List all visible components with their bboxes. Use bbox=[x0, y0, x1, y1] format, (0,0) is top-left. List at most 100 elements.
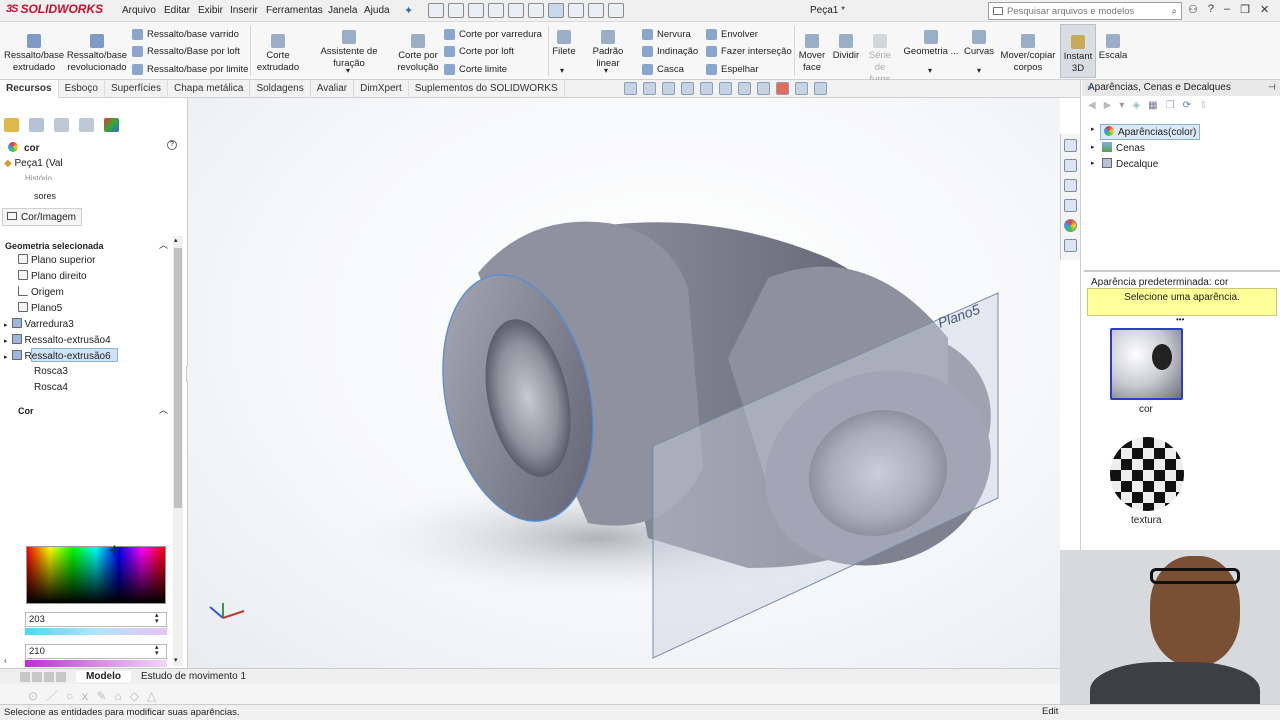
linear-pattern-button[interactable]: Padrão linear bbox=[580, 30, 636, 70]
tab-chapa-metalica[interactable]: Chapa metálica bbox=[168, 79, 251, 98]
back-icon[interactable]: ◀ bbox=[1088, 100, 1096, 112]
menu-ferramentas[interactable]: Ferramentas bbox=[266, 5, 323, 16]
horizontal-scroll-left-icon[interactable]: ‹ bbox=[4, 656, 7, 665]
sketch-tools-icon[interactable]: ⊙／○ⅹ✎⌂◇△ bbox=[28, 687, 164, 704]
resources-home-icon[interactable] bbox=[1064, 139, 1077, 152]
previous-view-icon[interactable] bbox=[662, 82, 675, 95]
tab-motion-study[interactable]: Estudo de movimento 1 bbox=[131, 671, 256, 682]
spinner-icon[interactable]: ▴ ▾ bbox=[155, 644, 159, 657]
collapse-arrow-icon[interactable]: ︿ bbox=[159, 403, 168, 416]
sweep-boss-button[interactable]: Ressalto/base varrido bbox=[132, 29, 239, 40]
color-appearance-swatch[interactable] bbox=[1110, 328, 1183, 400]
rib-button[interactable]: Nervura bbox=[642, 29, 691, 40]
pin-icon[interactable]: ✦ bbox=[404, 4, 413, 17]
geometry-dropdown-icon[interactable]: ▾ bbox=[928, 66, 932, 75]
revolve-boss-button[interactable]: Ressalto/base revolucionado bbox=[66, 34, 128, 74]
color-value-input-1[interactable]: 203 bbox=[25, 612, 167, 627]
tree-item[interactable]: Plano superior bbox=[18, 254, 95, 266]
tree-item[interactable]: Rosca3 bbox=[34, 366, 68, 377]
new-file-icon[interactable] bbox=[448, 3, 464, 18]
help-icon[interactable]: ? bbox=[1208, 3, 1214, 16]
zoom-area-icon[interactable] bbox=[643, 82, 656, 95]
prev-tab-icon[interactable] bbox=[32, 671, 42, 682]
view-palette-icon[interactable] bbox=[1064, 199, 1077, 212]
close-icon[interactable]: ✕ bbox=[1260, 3, 1269, 16]
last-tab-icon[interactable] bbox=[56, 671, 66, 682]
extrude-cut-button[interactable]: Corte extrudado bbox=[254, 34, 302, 74]
minimize-icon[interactable]: – bbox=[1224, 3, 1230, 16]
loft-cut-button[interactable]: Corte por loft bbox=[444, 46, 514, 57]
color-picker[interactable] bbox=[26, 546, 166, 604]
tab-superficies[interactable]: Superfícies bbox=[105, 79, 168, 98]
tab-modelo[interactable]: Modelo bbox=[76, 671, 131, 682]
move-face-button[interactable]: Mover face bbox=[796, 34, 828, 74]
color-image-subtab[interactable]: Cor/Imagem bbox=[2, 208, 82, 226]
tab-dimxpert[interactable]: DimXpert bbox=[354, 79, 409, 98]
scroll-up-icon[interactable]: ▴ bbox=[174, 236, 178, 244]
tree-item[interactable]: Plano direito bbox=[18, 270, 87, 282]
scale-button[interactable]: Escala bbox=[1098, 34, 1128, 62]
scrollbar-thumb[interactable] bbox=[174, 248, 182, 508]
texture-appearance-swatch[interactable] bbox=[1110, 437, 1184, 511]
solidworks-logo[interactable]: 3S SOLIDWORKS bbox=[6, 2, 103, 16]
first-tab-icon[interactable] bbox=[20, 671, 30, 682]
revolve-cut-button[interactable]: Corte por revolução bbox=[396, 34, 440, 74]
next-tab-icon[interactable] bbox=[44, 671, 54, 682]
print-icon[interactable] bbox=[508, 3, 524, 18]
add-folder-icon[interactable]: ▾ bbox=[1119, 100, 1124, 112]
menu-inserir[interactable]: Inserir bbox=[230, 5, 258, 16]
expand-pane-icon[interactable]: » bbox=[1087, 82, 1092, 92]
tab-soldagens[interactable]: Soldagens bbox=[250, 79, 311, 98]
property-manager-icon[interactable] bbox=[29, 118, 44, 132]
split-button[interactable]: Dividir bbox=[830, 34, 862, 62]
user-icon[interactable]: ⚇ bbox=[1188, 3, 1198, 16]
loft-boss-button[interactable]: Ressalto/Base por loft bbox=[132, 46, 240, 57]
tree-item[interactable]: ▸ Ressalto-extrusão6 bbox=[4, 350, 111, 362]
expand-arrow-icon[interactable]: ▸ bbox=[1091, 125, 1095, 133]
tab-avaliar[interactable]: Avaliar bbox=[311, 79, 355, 98]
view-orientation-icon[interactable] bbox=[719, 82, 732, 95]
search-icon[interactable]: ⌕ bbox=[1172, 6, 1177, 17]
extrude-boss-button[interactable]: Ressalto/base extrudado bbox=[4, 34, 64, 74]
fillet-button[interactable]: Filete bbox=[550, 30, 578, 58]
appearances-tab-icon[interactable] bbox=[1064, 219, 1077, 232]
options-gear-icon[interactable] bbox=[608, 3, 624, 18]
wrap-button[interactable]: Envolver bbox=[706, 29, 758, 40]
open-file-icon[interactable] bbox=[468, 3, 484, 18]
reference-geometry-button[interactable]: Geometria ... bbox=[902, 30, 960, 58]
curves-button[interactable]: Curvas bbox=[962, 30, 996, 58]
boundary-cut-button[interactable]: Corte limite bbox=[444, 64, 507, 75]
spinner-icon[interactable]: ▴ ▾ bbox=[155, 612, 159, 625]
tree-item[interactable]: ▸ Varredura3 bbox=[4, 318, 74, 330]
display-manager-icon[interactable] bbox=[104, 118, 119, 132]
intersect-button[interactable]: Fazer interseção bbox=[706, 46, 792, 57]
dimxpert-manager-icon[interactable] bbox=[79, 118, 94, 132]
folder-icon[interactable]: ▦ bbox=[1148, 100, 1157, 112]
pin-pane-icon[interactable]: ⊣ bbox=[1268, 82, 1276, 93]
view-settings-icon[interactable] bbox=[814, 82, 827, 95]
scroll-down-icon[interactable]: ▾ bbox=[174, 656, 178, 664]
forward-icon[interactable]: ▶ bbox=[1104, 100, 1112, 112]
display-style-icon[interactable] bbox=[738, 82, 751, 95]
file-explorer-icon[interactable] bbox=[1064, 179, 1077, 192]
restore-icon[interactable]: ❐ bbox=[1240, 3, 1250, 16]
rebuild-icon[interactable] bbox=[568, 3, 584, 18]
shell-button[interactable]: Casca bbox=[642, 64, 684, 75]
menu-exibir[interactable]: Exibir bbox=[198, 5, 223, 16]
search-input[interactable]: Pesquisar arquivos e modelos ⌕ bbox=[988, 2, 1182, 20]
tab-suplementos[interactable]: Suplementos do SOLIDWORKS bbox=[409, 79, 565, 98]
configuration-manager-icon[interactable] bbox=[54, 118, 69, 132]
help-icon[interactable]: ? bbox=[167, 140, 177, 150]
instant3d-button[interactable]: Instant 3D bbox=[1060, 24, 1096, 78]
expand-arrow-icon[interactable]: ▸ bbox=[4, 338, 8, 345]
expand-arrow-icon[interactable]: ▸ bbox=[4, 322, 8, 329]
copy-icon[interactable]: ❐ bbox=[1166, 100, 1175, 112]
file-properties-icon[interactable] bbox=[588, 3, 604, 18]
graphics-viewport[interactable]: Plano5 bbox=[188, 98, 1060, 668]
save-icon[interactable] bbox=[488, 3, 504, 18]
hole-series-button[interactable]: Série de furos bbox=[864, 34, 896, 86]
select-icon[interactable] bbox=[548, 3, 564, 18]
menu-janela[interactable]: Janela bbox=[328, 5, 357, 16]
fillet-dropdown-icon[interactable]: ▾ bbox=[560, 66, 564, 75]
draft-button[interactable]: Indinação bbox=[642, 46, 698, 57]
